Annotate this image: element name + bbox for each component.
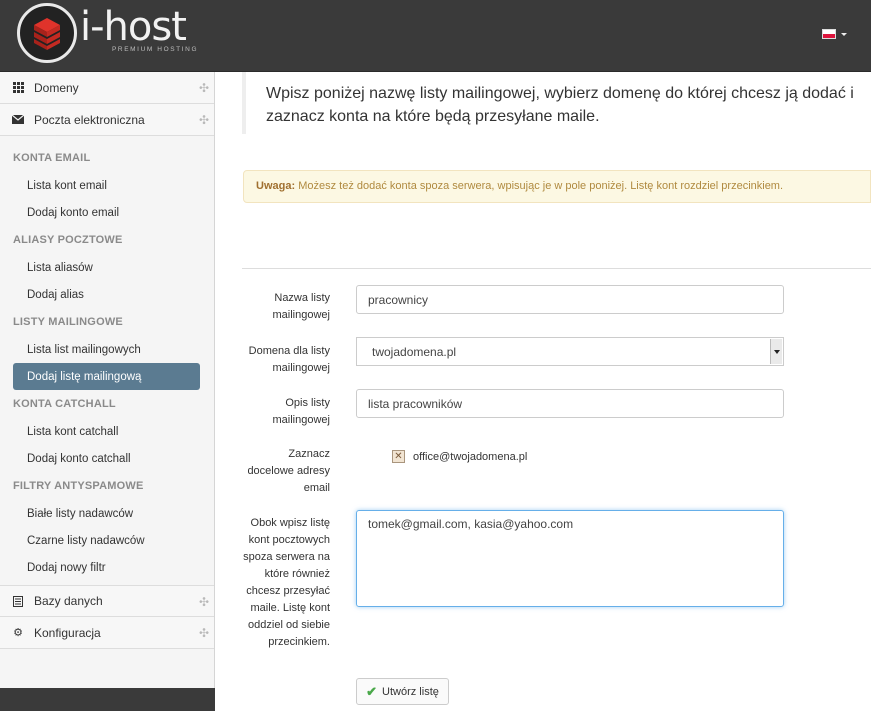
domain-label: Domena dla listy mailingowej [248,345,330,374]
sidebar-link-dodaj-liste-mailingowa[interactable]: Dodaj listę mailingową [13,363,200,390]
caret-down-icon [841,32,847,36]
sidebar-link-czarne-listy[interactable]: Czarne listy nadawców [0,527,200,554]
divider [242,268,871,269]
sidebar-link-dodaj-konto-catchall[interactable]: Dodaj konto catchall [0,445,200,472]
sidebar-footer [0,688,215,711]
pl-flag-icon [822,29,836,39]
target-email-label: office@twojadomena.pl [413,450,528,463]
chevron-down-icon [770,339,782,364]
external-accounts-textarea[interactable]: tomek@gmail.com, kasia@yahoo.com [356,510,784,607]
sidebar-link-lista-list-mailingowych[interactable]: Lista list mailingowych [0,336,200,363]
alert-text: Możesz też dodać konta spoza serwera, wp… [298,180,784,192]
alert-strong: Uwaga: [256,180,296,192]
sidebar-link-biale-listy[interactable]: Białe listy nadawców [0,500,200,527]
sidebar-item-label: Domeny [34,80,79,95]
sidebar-item-poczta[interactable]: Poczta elektroniczna ✣ [0,104,214,136]
sidebar-link-dodaj-filtr[interactable]: Dodaj nowy filtr [0,554,200,581]
move-icon: ✣ [198,626,209,640]
move-icon: ✣ [198,81,209,95]
section-title: KONTA CATCHALL [13,398,116,410]
sidebar-item-label: Bazy danych [34,594,103,608]
warning-alert: Uwaga: Możesz też dodać konta spoza serw… [243,170,871,203]
description-label: Opis listy mailingowej [272,397,330,426]
section-title: LISTY MAILINGOWE [13,316,123,328]
sidebar-link-dodaj-alias[interactable]: Dodaj alias [0,281,200,308]
sidebar-item-label: Konfiguracja [34,625,101,640]
sidebar-submenu: KONTA EMAIL Lista kont email Dodaj konto… [0,136,214,585]
sidebar-link-dodaj-konto-email[interactable]: Dodaj konto email [0,199,200,226]
server-stack-icon [34,18,60,50]
intro-text: Wpisz poniżej nazwę listy mailingowej, w… [242,72,871,134]
domain-select[interactable]: twojadomena.pl [356,337,784,366]
create-list-button[interactable]: ✔ Utwórz listę [356,678,449,705]
sidebar-link-lista-aliasow[interactable]: Lista aliasów [0,254,200,281]
sidebar-item-bazy-danych[interactable]: Bazy danych ✣ [0,585,214,617]
checkmark-icon: ✔ [366,683,378,699]
section-title: ALIASY POCZTOWE [13,234,123,246]
targets-label: Zaznacz docelowe adresy email [247,448,330,494]
logo-subtitle: PREMIUM HOSTING [112,46,199,53]
language-switcher[interactable] [822,29,847,39]
sidebar-item-label: Poczta elektroniczna [34,112,145,127]
move-icon: ✣ [198,595,209,609]
main-content: Wpisz poniżej nazwę listy mailingowej, w… [216,72,871,711]
grid-icon [12,82,24,94]
move-icon: ✣ [198,113,209,127]
checkbox-checked-icon[interactable]: ✕ [392,450,405,463]
description-input[interactable]: lista pracowników [356,389,784,418]
gear-icon: ⚙ [13,627,23,639]
target-email-option[interactable]: ✕ office@twojadomena.pl [392,450,527,463]
logo-badge[interactable] [17,3,77,63]
domain-select-value: twojadomena.pl [372,344,457,359]
list-icon [12,595,24,607]
external-accounts-label: Obok wpisz listę kont pocztowych spoza s… [243,517,330,648]
name-label: Nazwa listy mailingowej [272,292,330,321]
top-bar: i-host PREMIUM HOSTING [0,0,871,72]
section-title: FILTRY ANTYSPAMOWE [13,480,144,492]
list-name-input[interactable]: pracownicy [356,285,784,314]
sidebar: Domeny ✣ Poczta elektroniczna ✣ KONTA EM… [0,72,215,711]
envelope-icon [12,114,24,126]
section-title: KONTA EMAIL [13,152,91,164]
sidebar-item-domeny[interactable]: Domeny ✣ [0,72,214,104]
create-list-label: Utwórz listę [382,685,439,698]
logo-text: i-host [80,4,187,50]
sidebar-link-lista-kont-email[interactable]: Lista kont email [0,172,200,199]
sidebar-item-konfiguracja[interactable]: ⚙ Konfiguracja ✣ [0,617,214,649]
sidebar-link-lista-kont-catchall[interactable]: Lista kont catchall [0,418,200,445]
